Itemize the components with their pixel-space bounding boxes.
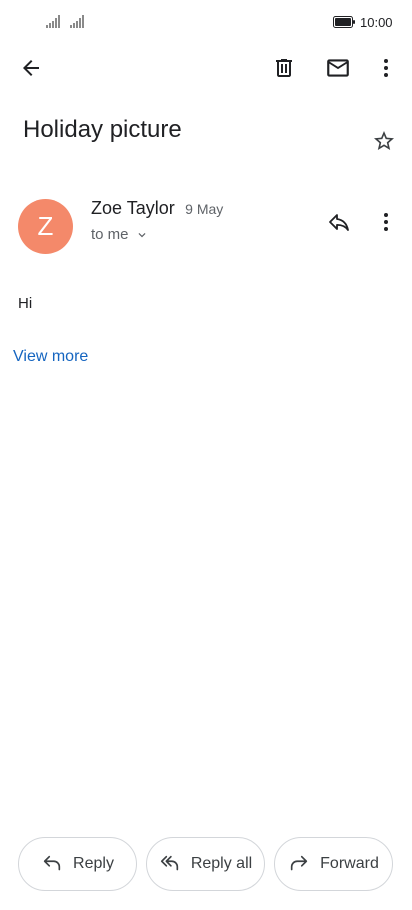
- reply-action-button[interactable]: Reply: [18, 837, 137, 891]
- more-options-button[interactable]: [366, 48, 406, 88]
- recipient-label: to me: [91, 226, 129, 243]
- mail-icon: [327, 59, 349, 77]
- reply-icon: [43, 855, 61, 871]
- email-body: Hi: [18, 295, 33, 312]
- view-more-link[interactable]: View more: [13, 348, 88, 366]
- sender-name: Zoe Taylor: [91, 198, 175, 218]
- reply-button[interactable]: [319, 202, 359, 242]
- reply-all-label: Reply all: [190, 855, 253, 872]
- clock: 10:00: [360, 15, 393, 30]
- back-button[interactable]: [11, 48, 51, 88]
- status-bar: 10:00: [0, 0, 412, 44]
- forward-icon: [290, 855, 308, 871]
- avatar[interactable]: Z: [18, 199, 73, 254]
- signal-icon: [70, 15, 84, 28]
- more-vert-icon: [384, 59, 388, 77]
- mark-unread-button[interactable]: [318, 48, 358, 88]
- reply-all-icon: [160, 855, 178, 871]
- reply-label: Reply: [73, 855, 114, 872]
- email-subject: Holiday picture: [23, 116, 182, 143]
- chevron-down-icon: [135, 228, 149, 242]
- signal-icon: [46, 15, 60, 28]
- top-toolbar: [0, 48, 412, 94]
- message-more-button[interactable]: [366, 202, 406, 242]
- delete-button[interactable]: [264, 48, 304, 88]
- arrow-back-icon: [23, 60, 39, 76]
- star-outline-icon: [374, 131, 394, 150]
- battery-icon: [333, 16, 355, 28]
- reply-icon: [329, 214, 349, 231]
- recipient-details-toggle[interactable]: to me: [91, 226, 149, 243]
- star-button[interactable]: [364, 121, 404, 161]
- delete-icon: [276, 59, 292, 77]
- forward-action-button[interactable]: Forward: [274, 837, 393, 891]
- forward-label: Forward: [320, 855, 379, 872]
- reply-all-action-button[interactable]: Reply all: [146, 837, 265, 891]
- email-date: 9 May: [185, 201, 224, 217]
- more-vert-icon: [384, 213, 388, 231]
- sender-line: Zoe Taylor 9 May: [91, 198, 223, 219]
